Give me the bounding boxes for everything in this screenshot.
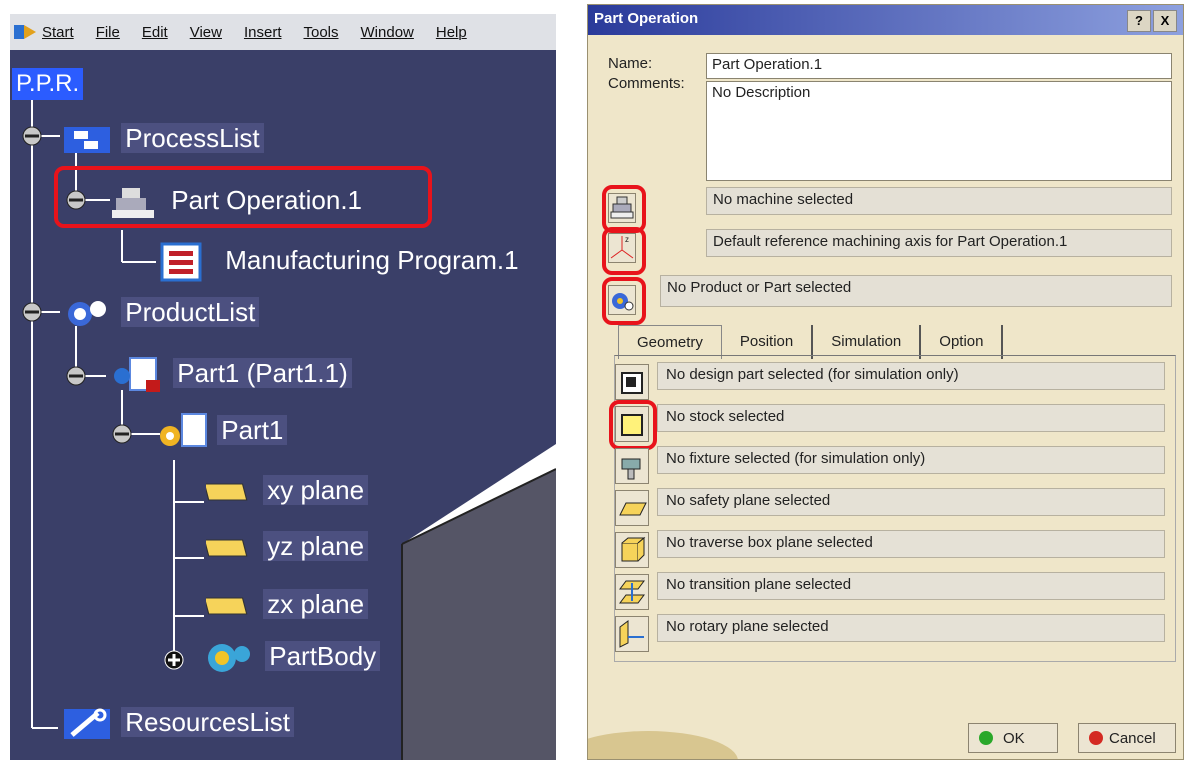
tab-bar: Geometry Position Simulation Option: [618, 325, 1004, 359]
highlight-axis: [602, 227, 646, 275]
comments-label: Comments:: [608, 75, 685, 92]
part-operation-dialog: Part Operation ? X Name: Comments: Part …: [587, 4, 1184, 760]
traverse-box-button[interactable]: [615, 532, 649, 568]
menu-window[interactable]: Window: [361, 24, 414, 41]
tree-item-partbody[interactable]: PartBody: [200, 640, 381, 676]
tree-item-part1-instance[interactable]: Part1 (Part1.1): [106, 356, 352, 394]
transition-plane-icon: [619, 580, 645, 604]
part-body-icon: [208, 644, 250, 673]
menu-file[interactable]: File: [96, 24, 120, 41]
resources-list-icon: [64, 708, 110, 740]
design-part-button[interactable]: [615, 364, 649, 400]
machine-field: No machine selected: [706, 187, 1172, 215]
fixture-field: No fixture selected (for simulation only…: [657, 446, 1165, 474]
menu-insert[interactable]: Insert: [244, 24, 282, 41]
menu-tools[interactable]: Tools: [303, 24, 338, 41]
product-list-icon: [68, 301, 106, 327]
menu-start[interactable]: Start: [42, 24, 74, 41]
process-list-icon: [64, 127, 110, 154]
transition-plane-field: No transition plane selected: [657, 572, 1165, 600]
product-field: No Product or Part selected: [660, 275, 1172, 307]
tree-item-yz-plane[interactable]: yz plane: [203, 530, 369, 562]
safety-plane-field: No safety plane selected: [657, 488, 1165, 516]
dialog-title: Part Operation: [594, 10, 699, 27]
plane-icon: [203, 483, 248, 501]
traverse-box-field: No traverse box plane selected: [657, 530, 1165, 558]
tree-item-resourceslist[interactable]: ResourcesList: [62, 706, 294, 741]
highlight-part-operation: [54, 166, 432, 228]
menu-bar: Start File Edit View Insert Tools Window…: [10, 14, 556, 50]
tab-geometry[interactable]: Geometry: [618, 325, 722, 359]
tree-item-manufacturing-program[interactable]: Manufacturing Program.1: [160, 242, 523, 282]
tab-option[interactable]: Option: [921, 325, 1004, 359]
part-instance-icon: [114, 357, 160, 392]
help-button[interactable]: ?: [1127, 10, 1151, 32]
traverse-box-icon: [621, 536, 646, 562]
tree-item-productlist[interactable]: ProductList: [62, 296, 260, 331]
menu-edit[interactable]: Edit: [142, 24, 168, 41]
dialog-decoration: [588, 731, 738, 759]
comments-textarea[interactable]: No Description: [706, 81, 1172, 181]
plane-icon: [203, 597, 248, 615]
fixture-icon: [621, 458, 641, 480]
rotary-plane-button[interactable]: [615, 616, 649, 652]
highlight-product: [602, 277, 646, 325]
transition-plane-button[interactable]: [615, 574, 649, 610]
ok-button[interactable]: OK: [968, 723, 1058, 753]
fixture-button[interactable]: [615, 448, 649, 484]
stock-field: No stock selected: [657, 404, 1165, 432]
tree-item-processlist[interactable]: ProcessList: [62, 122, 264, 155]
highlight-machine: [602, 185, 646, 233]
name-input[interactable]: Part Operation.1: [706, 53, 1172, 79]
design-part-field: No design part selected (for simulation …: [657, 362, 1165, 390]
menu-view[interactable]: View: [190, 24, 222, 41]
rotary-plane-icon: [619, 620, 644, 648]
part-icon: [160, 413, 207, 447]
plane-icon: [203, 539, 248, 557]
safety-plane-icon: [619, 502, 647, 516]
tree-item-xy-plane[interactable]: xy plane: [203, 474, 369, 506]
name-label: Name:: [608, 55, 653, 72]
tab-simulation[interactable]: Simulation: [813, 325, 922, 359]
menu-help[interactable]: Help: [436, 24, 467, 41]
cancel-icon: [1089, 731, 1103, 745]
cancel-button[interactable]: Cancel: [1078, 723, 1176, 753]
start-icon[interactable]: [14, 23, 36, 41]
axis-field: Default reference machining axis for Par…: [706, 229, 1172, 257]
tree-root-ppr[interactable]: P.P.R.: [12, 68, 84, 100]
tree-item-zx-plane[interactable]: zx plane: [203, 588, 369, 620]
ok-icon: [979, 731, 993, 745]
specification-tree-panel: Start File Edit View Insert Tools Window…: [10, 14, 556, 760]
safety-plane-button[interactable]: [615, 490, 649, 526]
highlight-stock: [609, 400, 657, 450]
tree-item-part1[interactable]: Part1: [152, 412, 288, 452]
manufacturing-program-icon: [160, 242, 202, 282]
close-button[interactable]: X: [1153, 10, 1177, 32]
design-part-icon: [621, 372, 643, 394]
geometry-panel: No design part selected (for simulation …: [609, 355, 1176, 662]
dialog-title-bar: Part Operation ? X: [588, 5, 1183, 35]
rotary-plane-field: No rotary plane selected: [657, 614, 1165, 642]
tab-position[interactable]: Position: [722, 325, 814, 359]
